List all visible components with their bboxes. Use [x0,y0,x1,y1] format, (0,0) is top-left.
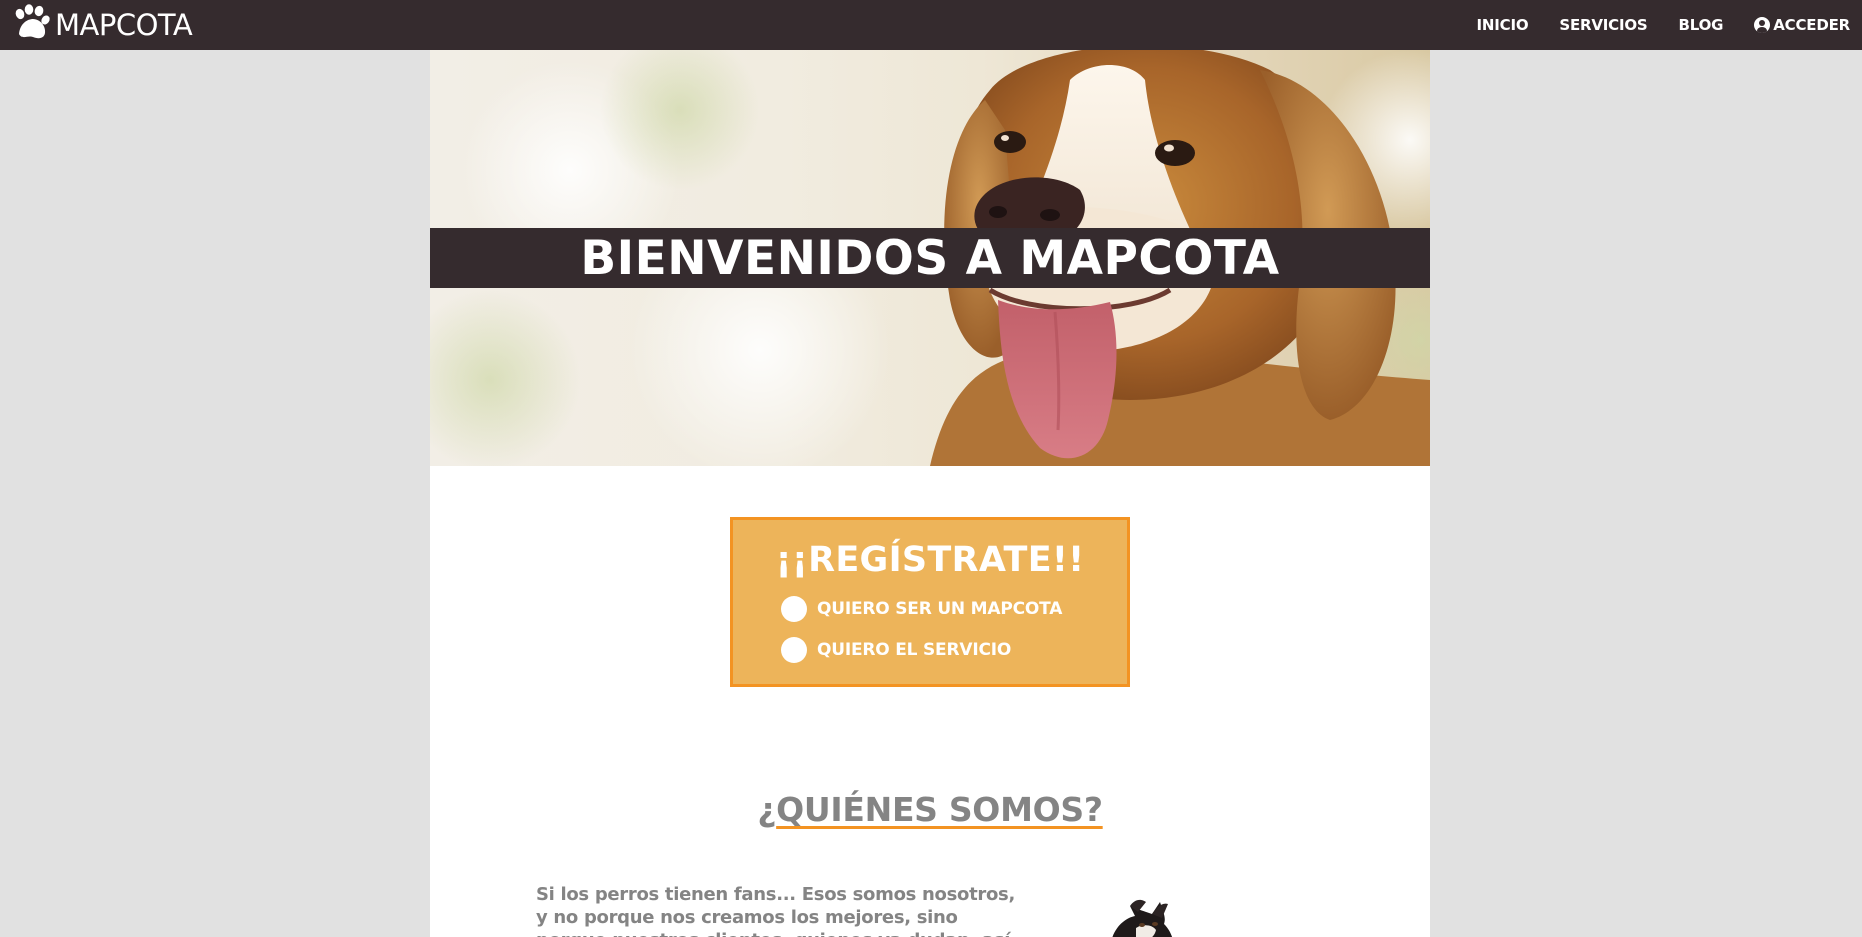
nav-links: INICIO SERVICIOS BLOG ACCEDER [1477,0,1862,50]
top-navbar: MAPCOTA INICIO SERVICIOS BLOG ACCEDER [0,0,1862,50]
radio-button-mapcota[interactable] [781,596,807,622]
about-title-main: QUIÉNES SOMOS? [776,790,1103,829]
nav-link-acceder[interactable]: ACCEDER [1754,16,1850,34]
nav-link-blog[interactable]: BLOG [1679,16,1724,34]
register-title: ¡¡REGÍSTRATE!! [775,540,1085,580]
about-title-prefix: ¿ [757,790,777,829]
register-option-label: QUIERO EL SERVICIO [817,640,1012,660]
paw-logo-icon [12,4,54,46]
about-dog-image [1112,899,1173,937]
nav-link-inicio[interactable]: INICIO [1477,16,1529,34]
main-content: BIENVENIDOS A MAPCOTA ¡¡REGÍSTRATE!! QUI… [430,50,1430,937]
hero-title: BIENVENIDOS A MAPCOTA [580,230,1280,286]
hero-title-banner: BIENVENIDOS A MAPCOTA [430,228,1430,288]
hero-section: BIENVENIDOS A MAPCOTA [430,50,1430,466]
register-box: ¡¡REGÍSTRATE!! QUIERO SER UN MAPCOTA QUI… [730,517,1130,687]
radio-button-servicio[interactable] [781,637,807,663]
about-text: Si los perros tienen fans... Esos somos … [536,884,1015,937]
nav-link-acceder-label: ACCEDER [1773,16,1850,34]
user-circle-icon [1754,17,1771,33]
register-option-label: QUIERO SER UN MAPCOTA [817,599,1063,619]
register-option-mapcota[interactable]: QUIERO SER UN MAPCOTA [781,596,1062,622]
register-option-servicio[interactable]: QUIERO EL SERVICIO [781,637,1011,663]
nav-link-servicios[interactable]: SERVICIOS [1559,16,1647,34]
brand-logo-link[interactable]: MAPCOTA [12,0,193,50]
brand-name: MAPCOTA [55,7,193,42]
about-title: ¿QUIÉNES SOMOS? [430,790,1430,829]
